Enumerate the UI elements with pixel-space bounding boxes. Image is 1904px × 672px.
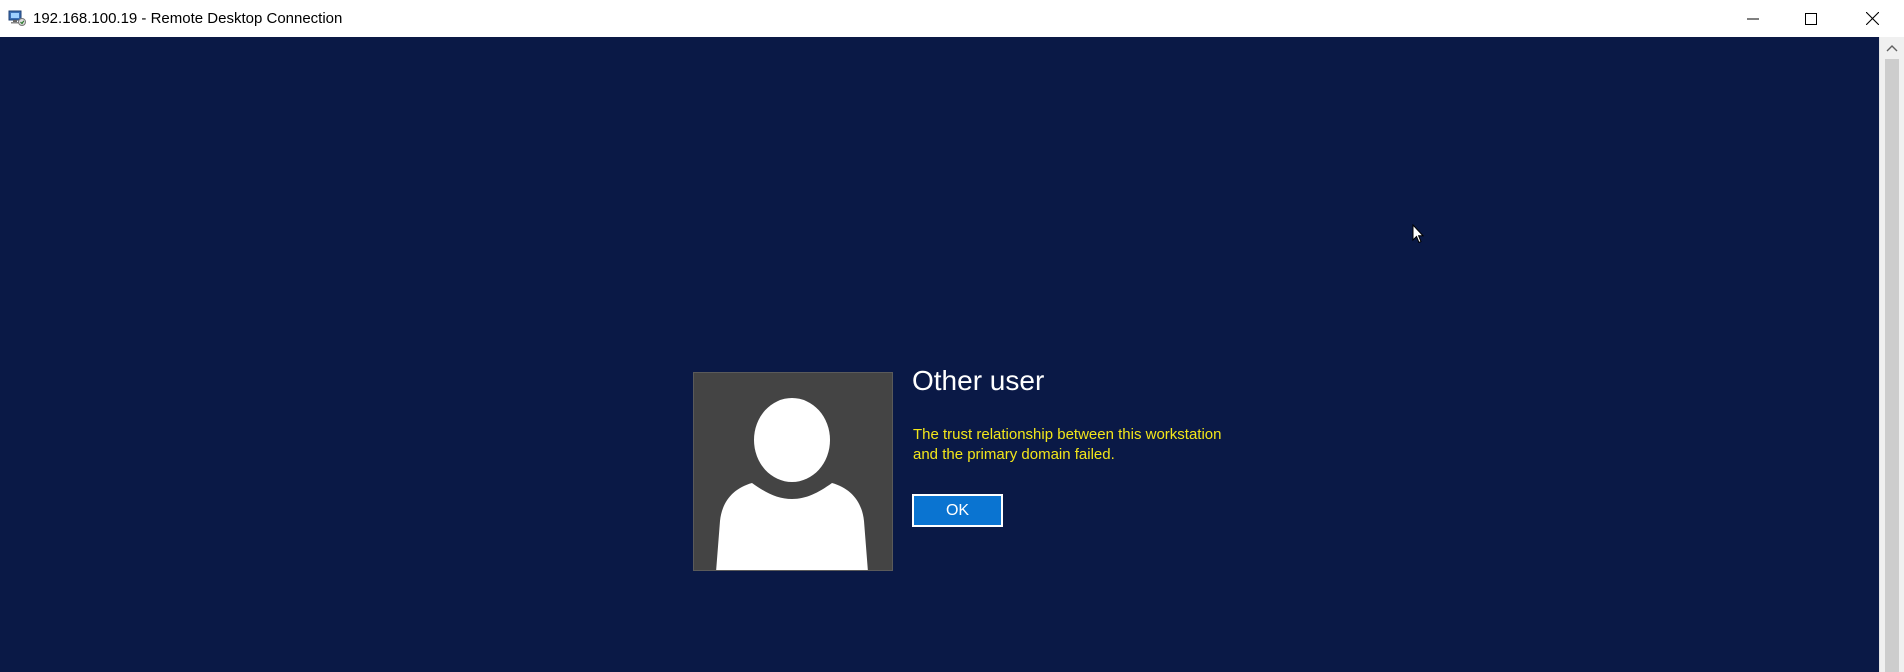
window-title: 192.168.100.19 - Remote Desktop Connecti… (33, 10, 343, 27)
close-button[interactable] (1840, 0, 1904, 37)
error-message-line-2: and the primary domain failed. (913, 446, 1115, 463)
title-bar[interactable]: 192.168.100.19 - Remote Desktop Connecti… (0, 0, 1904, 37)
user-name-label: Other user (912, 365, 1045, 396)
error-message: The trust relationship between this work… (913, 425, 1253, 465)
remote-desktop-icon (8, 10, 26, 26)
remote-desktop-window: 192.168.100.19 - Remote Desktop Connecti… (0, 0, 1904, 672)
maximize-icon (1805, 12, 1817, 25)
ok-button[interactable]: OK (912, 494, 1003, 527)
remote-desktop-screen[interactable] (0, 37, 1879, 672)
scrollbar-thumb[interactable] (1885, 59, 1899, 672)
scroll-up-arrow-icon[interactable] (1886, 43, 1898, 53)
minimize-icon (1747, 18, 1759, 19)
minimize-button[interactable] (1724, 0, 1782, 37)
vertical-scrollbar[interactable] (1879, 37, 1904, 672)
user-silhouette-icon (716, 398, 868, 570)
user-avatar (693, 372, 893, 571)
mouse-pointer-icon (1412, 224, 1424, 244)
close-icon (1865, 12, 1879, 25)
maximize-button[interactable] (1782, 0, 1840, 37)
error-message-line-1: The trust relationship between this work… (913, 426, 1222, 443)
